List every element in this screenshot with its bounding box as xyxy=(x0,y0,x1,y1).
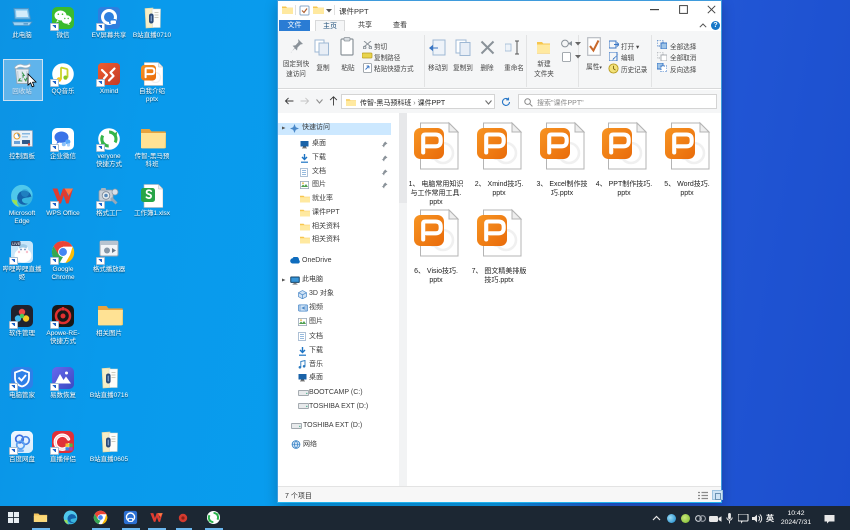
svg-text:LIVE: LIVE xyxy=(12,242,20,246)
